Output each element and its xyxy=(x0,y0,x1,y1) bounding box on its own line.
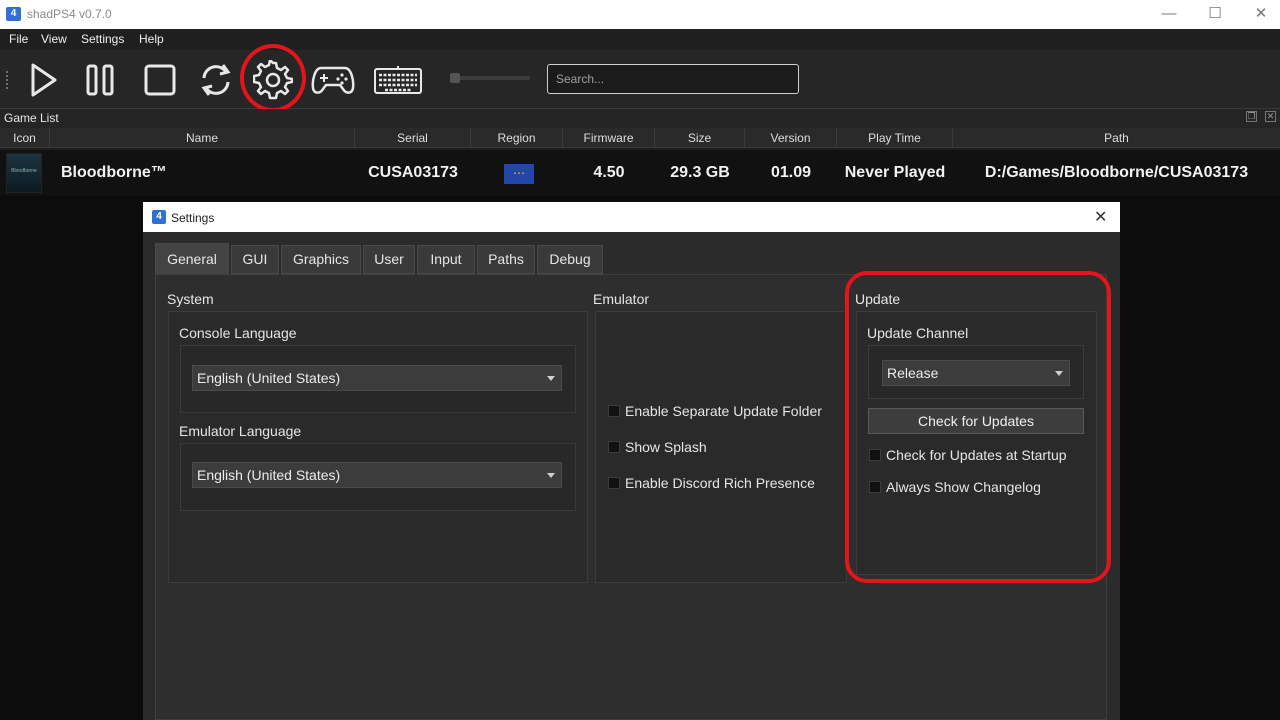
tab-input[interactable]: Input xyxy=(417,245,475,274)
app-logo-icon: 4 xyxy=(152,210,166,224)
separate-update-folder-checkbox[interactable] xyxy=(608,405,620,417)
discord-rich-presence-label: Enable Discord Rich Presence xyxy=(625,475,815,491)
column-firmware[interactable]: Firmware xyxy=(563,128,655,148)
volume-slider-handle[interactable] xyxy=(450,73,460,83)
eu-flag-icon xyxy=(504,164,534,184)
window-title-bar: 4 shadPS4 v0.7.0 — ☐ ✕ xyxy=(0,0,1280,29)
game-list-dock-title: Game List xyxy=(0,109,1280,128)
tab-paths[interactable]: Paths xyxy=(477,245,535,274)
column-name[interactable]: Name xyxy=(50,128,355,148)
menu-bar: File View Settings Help xyxy=(0,29,1280,50)
emulator-language-select[interactable]: English (United States) xyxy=(192,462,562,488)
game-play-time: Never Played xyxy=(844,164,946,181)
controller-button[interactable] xyxy=(311,58,355,102)
column-version[interactable]: Version xyxy=(745,128,837,148)
app-logo-icon: 4 xyxy=(6,7,21,21)
console-language-label: Console Language xyxy=(179,325,297,341)
update-highlight-ring xyxy=(845,271,1111,583)
emulator-group-title: Emulator xyxy=(593,291,650,307)
refresh-button[interactable] xyxy=(194,58,238,102)
game-thumbnail: Bloodborne xyxy=(6,153,42,193)
game-firmware: 4.50 xyxy=(593,164,625,181)
refresh-icon xyxy=(201,64,231,96)
window-title: shadPS4 v0.7.0 xyxy=(27,7,112,21)
column-size[interactable]: Size xyxy=(655,128,745,148)
search-input[interactable] xyxy=(547,64,799,94)
menu-view[interactable]: View xyxy=(41,32,67,46)
system-group-title: System xyxy=(167,291,214,307)
game-list-header: Icon Name Serial Region Firmware Size Ve… xyxy=(0,128,1280,148)
game-version: 01.09 xyxy=(770,164,812,181)
menu-settings[interactable]: Settings xyxy=(81,32,124,46)
tab-graphics[interactable]: Graphics xyxy=(281,245,361,274)
menu-file[interactable]: File xyxy=(9,32,28,46)
volume-slider-track[interactable] xyxy=(450,76,530,80)
table-row[interactable]: Bloodborne Bloodborne™ CUSA03173 4.50 29… xyxy=(0,150,1280,196)
show-splash-checkbox[interactable] xyxy=(608,441,620,453)
keyboard-icon xyxy=(374,66,422,94)
game-size: 29.3 GB xyxy=(670,164,730,181)
tab-general[interactable]: General xyxy=(155,243,229,274)
column-serial[interactable]: Serial xyxy=(355,128,471,148)
chevron-down-icon xyxy=(547,376,555,381)
toolbar-grip[interactable] xyxy=(5,70,9,90)
play-icon xyxy=(31,63,57,97)
game-path: D:/Games/Bloodborne/CUSA03173 xyxy=(984,164,1249,181)
gamepad-icon xyxy=(311,66,355,94)
tab-gui[interactable]: GUI xyxy=(231,245,279,274)
separate-update-folder-label: Enable Separate Update Folder xyxy=(625,403,822,419)
dock-close-button[interactable]: ✕ xyxy=(1265,111,1276,122)
tab-debug[interactable]: Debug xyxy=(537,245,603,274)
settings-title-bar: 4 Settings ✕ xyxy=(143,202,1120,232)
column-icon[interactable]: Icon xyxy=(0,128,50,148)
chevron-down-icon xyxy=(547,473,555,478)
settings-title: Settings xyxy=(171,211,215,225)
stop-icon xyxy=(144,64,176,96)
game-name: Bloodborne™ xyxy=(61,164,167,181)
dock-float-button[interactable]: ❐ xyxy=(1246,111,1257,122)
column-region[interactable]: Region xyxy=(471,128,563,148)
column-play-time[interactable]: Play Time xyxy=(837,128,953,148)
console-language-select[interactable]: English (United States) xyxy=(192,365,562,391)
game-serial: CUSA03173 xyxy=(368,164,458,181)
pause-button[interactable] xyxy=(78,58,122,102)
discord-rich-presence-checkbox[interactable] xyxy=(608,477,620,489)
play-button[interactable] xyxy=(20,58,64,102)
column-path[interactable]: Path xyxy=(953,128,1280,148)
emulator-language-label: Emulator Language xyxy=(179,423,302,439)
minimize-button[interactable]: — xyxy=(1158,4,1180,24)
maximize-button[interactable]: ☐ xyxy=(1204,4,1226,24)
close-window-button[interactable]: ✕ xyxy=(1250,4,1272,24)
menu-help[interactable]: Help xyxy=(139,32,164,46)
close-icon[interactable]: ✕ xyxy=(1094,207,1107,227)
settings-highlight-ring xyxy=(240,44,306,112)
tab-user[interactable]: User xyxy=(363,245,415,274)
show-splash-label: Show Splash xyxy=(625,439,707,455)
keyboard-button[interactable] xyxy=(372,58,424,102)
stop-button[interactable] xyxy=(138,58,182,102)
pause-icon xyxy=(86,64,114,96)
